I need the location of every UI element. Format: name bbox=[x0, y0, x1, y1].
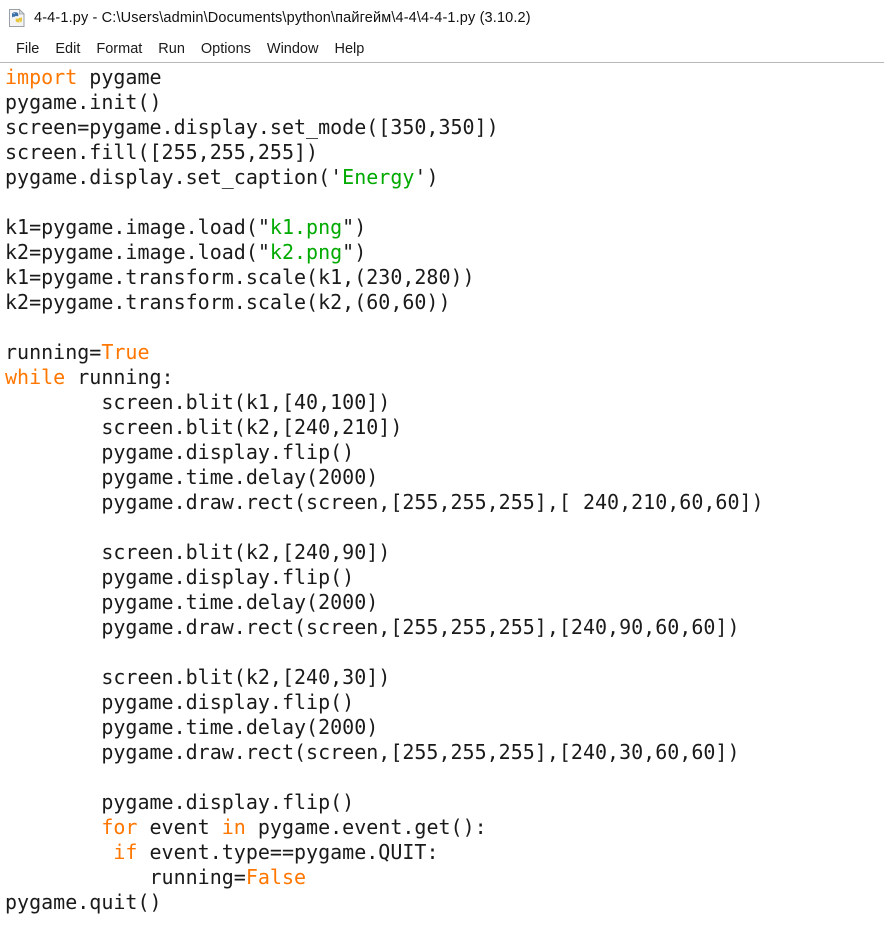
code-token: k2=pygame.transform.scale(k2,(60,60)) bbox=[5, 290, 451, 314]
code-token: ' bbox=[414, 165, 427, 189]
code-token: pygame.time.delay(2000) bbox=[5, 590, 379, 614]
code-token: " bbox=[342, 240, 355, 264]
menu-item-file[interactable]: File bbox=[8, 40, 47, 58]
code-token: ) bbox=[354, 215, 367, 239]
code-line: running=True bbox=[5, 340, 884, 365]
code-token: pygame.time.delay(2000) bbox=[5, 465, 379, 489]
menu-bar: File Edit Format Run Options Window Help bbox=[0, 36, 884, 62]
code-token: pygame.draw.rect(screen,[255,255,255],[ … bbox=[5, 490, 764, 514]
title-bar: 4-4-1.py - C:\Users\admin\Documents\pyth… bbox=[0, 0, 884, 36]
code-token: False bbox=[245, 865, 307, 889]
code-token: pygame.quit() bbox=[5, 890, 162, 914]
code-token: event bbox=[137, 815, 222, 839]
code-token: running= bbox=[5, 340, 102, 364]
python-file-icon bbox=[6, 7, 28, 29]
code-token: pygame.display.set_caption( bbox=[5, 165, 331, 189]
menu-item-run[interactable]: Run bbox=[150, 40, 193, 58]
code-token: k2=pygame.image.load( bbox=[5, 240, 258, 264]
code-line: k1=pygame.image.load("k1.png") bbox=[5, 215, 884, 240]
code-line: pygame.draw.rect(screen,[255,255,255],[2… bbox=[5, 740, 884, 765]
code-token: pygame.draw.rect(screen,[255,255,255],[2… bbox=[5, 740, 740, 764]
code-line: screen.blit(k1,[40,100]) bbox=[5, 390, 884, 415]
code-line: pygame.display.flip() bbox=[5, 690, 884, 715]
code-line: pygame.time.delay(2000) bbox=[5, 465, 884, 490]
code-line: screen.blit(k2,[240,90]) bbox=[5, 540, 884, 565]
code-token: screen=pygame.display.set_mode([350,350]… bbox=[5, 115, 499, 139]
code-token: pygame.display.flip() bbox=[5, 690, 355, 714]
code-token: k1=pygame.image.load( bbox=[5, 215, 258, 239]
code-line: import pygame bbox=[5, 65, 884, 90]
code-line: pygame.display.flip() bbox=[5, 440, 884, 465]
code-token: pygame.event.get(): bbox=[245, 815, 487, 839]
code-token: running: bbox=[65, 365, 174, 389]
code-token: k1.png bbox=[269, 215, 343, 239]
code-token: event.type==pygame.QUIT: bbox=[137, 840, 439, 864]
code-token: " bbox=[257, 240, 270, 264]
code-token: for bbox=[101, 815, 138, 839]
code-line: screen.blit(k2,[240,30]) bbox=[5, 665, 884, 690]
code-token: " bbox=[257, 215, 270, 239]
code-line: k1=pygame.transform.scale(k1,(230,280)) bbox=[5, 265, 884, 290]
code-line: pygame.display.flip() bbox=[5, 790, 884, 815]
code-token: screen.fill([255,255,255]) bbox=[5, 140, 319, 164]
code-token: while bbox=[5, 365, 66, 389]
code-line: if event.type==pygame.QUIT: bbox=[5, 840, 884, 865]
code-token: ' bbox=[330, 165, 343, 189]
code-line: pygame.draw.rect(screen,[255,255,255],[2… bbox=[5, 615, 884, 640]
code-token: pygame.draw.rect(screen,[255,255,255],[2… bbox=[5, 615, 740, 639]
code-text[interactable]: import pygame pygame.init() screen=pygame.… bbox=[5, 65, 884, 915]
code-line: while running: bbox=[5, 365, 884, 390]
code-token: screen.blit(k2,[240,30]) bbox=[5, 665, 391, 689]
code-token: running= bbox=[5, 865, 246, 889]
code-token: pygame.display.flip() bbox=[5, 565, 355, 589]
code-token: import bbox=[5, 65, 78, 89]
code-line: pygame.time.delay(2000) bbox=[5, 590, 884, 615]
code-line: screen.blit(k2,[240,210]) bbox=[5, 415, 884, 440]
code-token: " bbox=[342, 215, 355, 239]
code-token: k2.png bbox=[269, 240, 343, 264]
code-line: pygame.time.delay(2000) bbox=[5, 715, 884, 740]
code-line: for event in pygame.event.get(): bbox=[5, 815, 884, 840]
code-line: pygame.display.flip() bbox=[5, 565, 884, 590]
code-token: k1=pygame.transform.scale(k1,(230,280)) bbox=[5, 265, 475, 289]
code-editor[interactable]: import pygame pygame.init() screen=pygame.… bbox=[0, 63, 884, 935]
code-line: running=False bbox=[5, 865, 884, 890]
menu-item-options[interactable]: Options bbox=[193, 40, 259, 58]
menu-item-format[interactable]: Format bbox=[88, 40, 150, 58]
code-token: screen.blit(k2,[240,210]) bbox=[5, 415, 403, 439]
code-token: screen.blit(k2,[240,90]) bbox=[5, 540, 391, 564]
code-token: ) bbox=[426, 165, 439, 189]
menu-item-edit[interactable]: Edit bbox=[47, 40, 88, 58]
code-token: pygame.time.delay(2000) bbox=[5, 715, 379, 739]
code-line: k2=pygame.transform.scale(k2,(60,60)) bbox=[5, 290, 884, 315]
code-token: ) bbox=[354, 240, 367, 264]
code-line: pygame.init() bbox=[5, 90, 884, 115]
code-line: pygame.display.set_caption('Energy') bbox=[5, 165, 884, 190]
code-line: screen=pygame.display.set_mode([350,350]… bbox=[5, 115, 884, 140]
code-token: pygame.display.flip() bbox=[5, 440, 355, 464]
code-line: k2=pygame.image.load("k2.png") bbox=[5, 240, 884, 265]
code-token: Energy bbox=[342, 165, 415, 189]
code-token: True bbox=[101, 340, 150, 364]
window-title: 4-4-1.py - C:\Users\admin\Documents\pyth… bbox=[34, 10, 531, 26]
code-line: screen.fill([255,255,255]) bbox=[5, 140, 884, 165]
code-token: screen.blit(k1,[40,100]) bbox=[5, 390, 391, 414]
code-token: pygame bbox=[77, 65, 162, 89]
code-line: pygame.quit() bbox=[5, 890, 884, 915]
code-token: pygame.init() bbox=[5, 90, 162, 114]
code-token: pygame.display.flip() bbox=[5, 790, 355, 814]
menu-item-help[interactable]: Help bbox=[326, 40, 372, 58]
menu-item-window[interactable]: Window bbox=[259, 40, 327, 58]
code-token: if bbox=[113, 840, 138, 864]
code-line: pygame.draw.rect(screen,[255,255,255],[ … bbox=[5, 490, 884, 515]
code-token: in bbox=[221, 815, 246, 839]
